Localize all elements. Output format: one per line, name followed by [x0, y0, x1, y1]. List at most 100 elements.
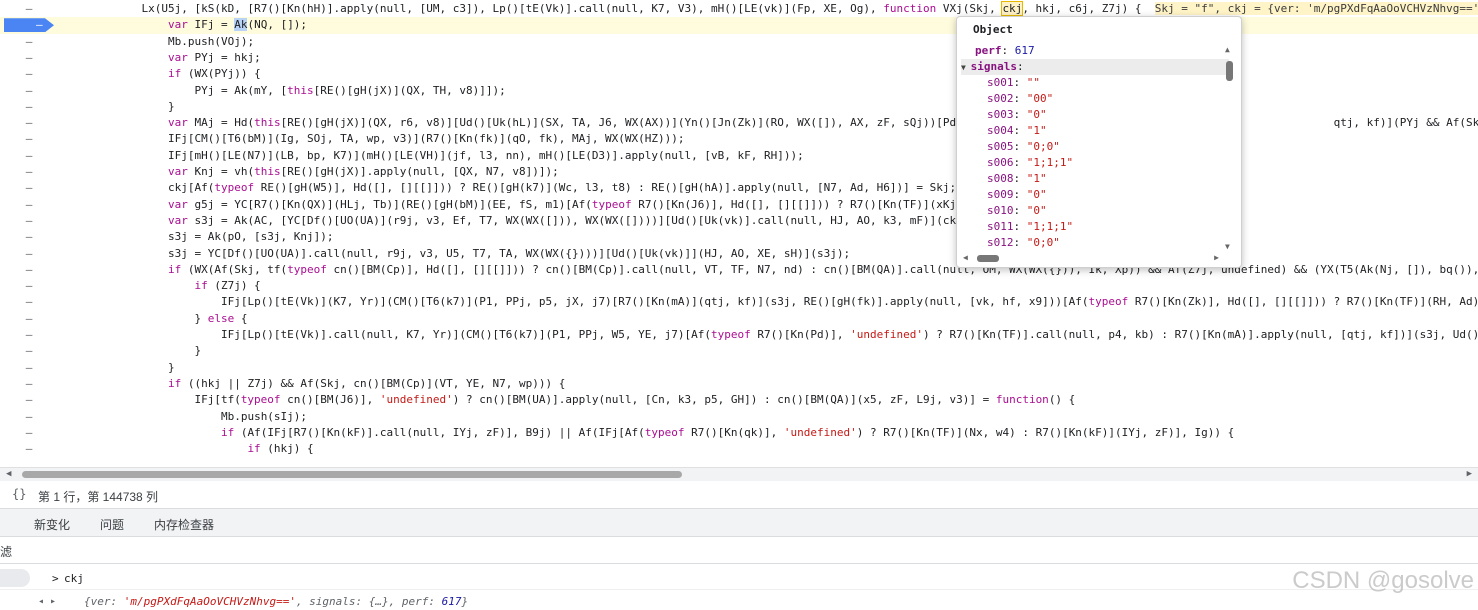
object-preview-popover[interactable]: Object perf: 617 ▼ signals: ▲ ▼ ◀ ▶ s001… — [956, 16, 1242, 268]
code-line[interactable]: – IFj[tf(typeof cn()[BM(J6)], 'undefined… — [0, 392, 1478, 408]
line-gutter[interactable]: – — [0, 66, 58, 82]
code-token: R7()[Kn(J6)], Hd([], [][[]])) ? R7()[Kn(… — [631, 197, 990, 211]
popover-scroll-thumb[interactable] — [1226, 61, 1233, 81]
code-editor[interactable]: – Lx(U5j, [kS(kD, [R7()[Kn(hH)].apply(nu… — [0, 0, 1478, 467]
scroll-left-icon[interactable]: ◀ — [963, 253, 968, 262]
hovered-token[interactable]: ckj — [1001, 1, 1024, 16]
code-line[interactable]: – Lx(U5j, [kS(kD, [R7()[Kn(hH)].apply(nu… — [0, 1, 1478, 17]
code-line[interactable]: – var Knj = vh(this[RE()[gH(jX)].apply(n… — [0, 164, 1478, 180]
code-line[interactable]: – Mb.push(VOj); — [0, 34, 1478, 50]
scroll-right-icon[interactable]: ▶ — [1214, 253, 1219, 262]
line-gutter[interactable]: – — [0, 50, 58, 66]
code-token: VXj(Skj, — [936, 2, 1003, 15]
line-gutter[interactable]: – — [0, 131, 58, 147]
line-gutter[interactable]: – — [0, 409, 58, 425]
selected-token[interactable]: Ak — [234, 18, 248, 32]
code-line[interactable]: – PYj = Ak(mY, [this[RE()[gH(jX)](QX, TH… — [0, 83, 1478, 99]
code-line[interactable]: – var s3j = Ak(AC, [YC[Df()[UO(UA)](r9j,… — [0, 213, 1478, 229]
console-input-text[interactable]: ckj — [64, 572, 84, 585]
code-line[interactable]: – } else { — [0, 311, 1478, 327]
code-line[interactable]: – IFj[CM()[T6(bM)](Ig, SOj, TA, wp, v3)]… — [0, 131, 1478, 147]
code-line[interactable]: – s3j = Ak(pO, [s3j, Knj]); — [0, 229, 1478, 245]
code-line[interactable]: – } — [0, 343, 1478, 359]
code-line[interactable]: – if (WX(PYj)) { — [0, 66, 1478, 82]
code-token: , hkj, c6j, Z7j) { — [1022, 2, 1155, 15]
signal-value: "0" — [1026, 188, 1047, 201]
code-line[interactable]: – if (Z7j) { — [0, 278, 1478, 294]
code-token: cn()[BM(Cp)], Hd([], [][[]])) ? cn()[BM(… — [326, 262, 1478, 276]
line-gutter[interactable]: – — [0, 34, 58, 50]
line-gutter[interactable]: – — [0, 278, 58, 294]
breakpoint-marker[interactable] — [4, 18, 54, 33]
tab-issues[interactable]: 问题 — [100, 516, 124, 533]
popover-title: Object — [973, 23, 1013, 36]
signals-row[interactable]: ▼ signals: — [961, 59, 1229, 75]
line-gutter[interactable]: – — [0, 180, 58, 196]
line-gutter[interactable]: – — [0, 441, 58, 457]
line-gutter[interactable]: – — [0, 294, 58, 310]
line-gutter[interactable]: – — [0, 115, 58, 131]
result-expand-icon[interactable]: ◂ ▸ — [38, 596, 56, 607]
line-gutter[interactable]: – — [0, 262, 58, 278]
line-gutter[interactable]: – — [0, 246, 58, 262]
code-line[interactable]: – Mb.push(sIj); — [0, 409, 1478, 425]
scroll-left-icon[interactable]: ◀ — [6, 469, 11, 479]
line-gutter[interactable]: – — [0, 376, 58, 392]
code-line[interactable]: – s3j = YC[Df()[UO(UA)].call(null, r9j, … — [0, 246, 1478, 262]
signal-key: s008 — [987, 172, 1014, 185]
inline-value-preview: Skj = "f", ckj = {ver: 'm/pgPXdFqAaOoVCH… — [1154, 2, 1478, 15]
pretty-print-icon[interactable]: {} — [12, 487, 26, 501]
line-gutter[interactable]: – — [0, 164, 58, 180]
line-gutter[interactable]: – — [0, 148, 58, 164]
scroll-down-icon[interactable]: ▼ — [1225, 242, 1230, 251]
popover-hscroll-thumb[interactable] — [977, 255, 999, 262]
code-line[interactable]: – var MAj = Hd(this[RE()[gH(jX)](QX, r6,… — [0, 115, 1478, 131]
signal-value: "0" — [1026, 108, 1047, 121]
code-line[interactable]: – if (WX(Af(Skj, tf(typeof cn()[BM(Cp)],… — [0, 262, 1478, 278]
code-line[interactable]: – } — [0, 360, 1478, 376]
line-gutter[interactable]: – — [0, 327, 58, 343]
code-string: 'undefined' — [850, 328, 923, 341]
line-gutter[interactable]: – — [0, 1, 58, 17]
code-line[interactable]: – IFj[mH()[LE(N7)](LB, bp, K7)](mH()[LE(… — [0, 148, 1478, 164]
scroll-up-icon[interactable]: ▲ — [1225, 45, 1230, 54]
editor-horizontal-scrollbar[interactable]: ◀ ▶ — [0, 467, 1478, 481]
line-gutter[interactable]: – — [0, 213, 58, 229]
scroll-right-icon[interactable]: ▶ — [1467, 469, 1472, 479]
code-line[interactable]: – IFj[Lp()[tE(Vk)].call(null, K7, Yr)](C… — [0, 327, 1478, 343]
tab-memory-inspector[interactable]: 内存检查器 — [154, 516, 214, 533]
line-gutter[interactable]: – — [0, 311, 58, 327]
signal-item: s001: "" — [987, 76, 1040, 89]
line-gutter[interactable]: – — [0, 229, 58, 245]
code-line[interactable]: – if (Af(IFj[R7()[Kn(kF)].call(null, IYj… — [0, 425, 1478, 441]
line-gutter[interactable]: – — [0, 99, 58, 115]
line-gutter[interactable]: – — [0, 425, 58, 441]
code-line[interactable]: – } — [0, 99, 1478, 115]
code-line[interactable]: – IFj[Lp()[tE(Vk)](K7, Yr)](CM()[T6(k7)]… — [0, 294, 1478, 310]
code-line[interactable]: – if (hkj) { — [0, 441, 1478, 457]
code-keyword: if — [194, 279, 208, 293]
result-perf-key: , perf: — [388, 595, 442, 608]
code-line[interactable]: – if ((hkj || Z7j) && Af(Skj, cn()[BM(Cp… — [0, 376, 1478, 392]
filter-label[interactable]: 滤 — [0, 543, 12, 560]
result-perf-value: 617 — [441, 595, 462, 608]
expand-triangle-icon[interactable]: ▼ — [961, 63, 971, 72]
code-line[interactable]: – var g5j = YC[R7()[Kn(QX)](HLj, Tb)](RE… — [0, 197, 1478, 213]
line-gutter[interactable]: – — [0, 360, 58, 376]
console-result[interactable]: {ver: 'm/pgPXdFqAaOoVCHVzNhvg==', signal… — [84, 595, 468, 608]
code-text: var Knj = vh(this[RE()[gH(jX)].apply(nul… — [62, 164, 559, 180]
line-gutter[interactable]: – — [0, 343, 58, 359]
line-gutter[interactable]: – — [0, 392, 58, 408]
popover-vertical-scrollbar[interactable]: ▲ ▼ — [1225, 45, 1235, 251]
perf-key: perf — [975, 44, 1002, 57]
code-line[interactable]: – ckj[Af(typeof RE()[gH(W5)], Hd([], [][… — [0, 180, 1478, 196]
tab-whats-new[interactable]: 新变化 — [34, 516, 70, 533]
line-gutter[interactable]: – — [0, 17, 58, 33]
scrollbar-thumb[interactable] — [22, 471, 682, 478]
line-gutter[interactable]: – — [0, 83, 58, 99]
code-line[interactable]: – var PYj = hkj; — [0, 50, 1478, 66]
popover-horizontal-scrollbar[interactable]: ◀ ▶ — [963, 253, 1219, 263]
code-line[interactable]: – var IFj = Ak(NQ, []); — [0, 17, 1478, 34]
console-sidebar-toggle[interactable] — [0, 569, 30, 587]
line-gutter[interactable]: – — [0, 197, 58, 213]
